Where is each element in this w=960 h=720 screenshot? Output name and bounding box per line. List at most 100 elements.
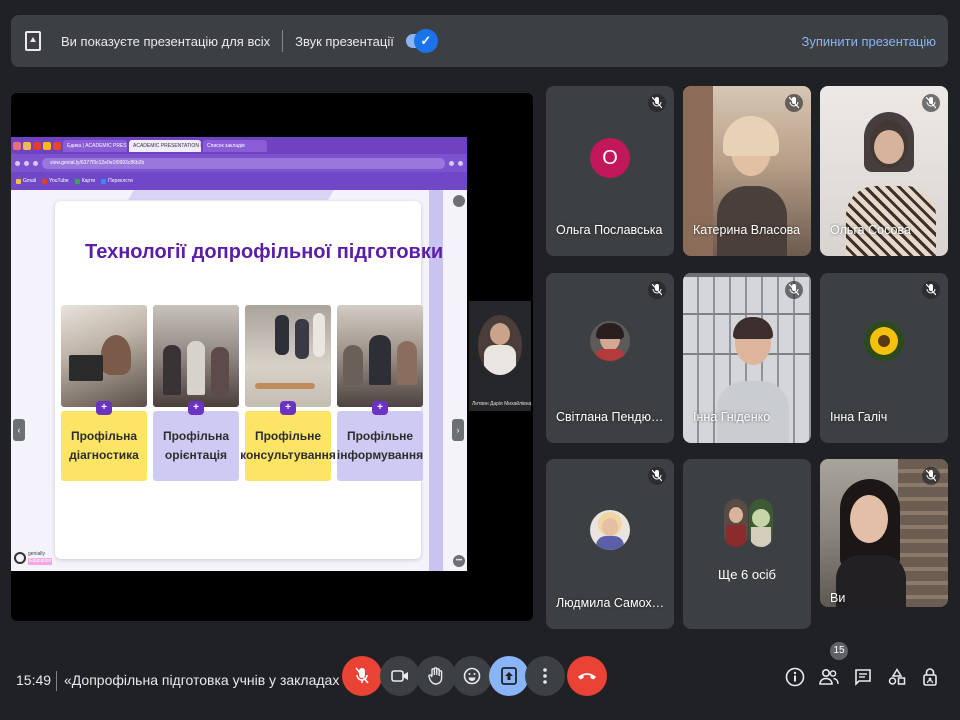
back-icon[interactable]: [15, 160, 20, 166]
meeting-details-button[interactable]: [785, 667, 805, 687]
present-icon: [501, 667, 517, 685]
bookmark-item[interactable]: Gmail: [16, 178, 36, 184]
expand-plus-icon[interactable]: +: [188, 401, 204, 415]
banner-divider: [282, 30, 284, 52]
slide-options-icon[interactable]: [453, 195, 465, 207]
tab-favicon: [33, 141, 41, 150]
presenting-banner: Ви показуєте презентацію для всіх Звук п…: [11, 15, 948, 67]
presenter-video: [478, 315, 522, 375]
presenting-message: Ви показуєте презентацію для всіх: [61, 33, 271, 49]
browser-tab-strip: Едика | ACADEMIC PRESENTATI ACADEMIC PRE…: [11, 137, 467, 154]
profile-icon[interactable]: [458, 160, 463, 166]
more-options-button[interactable]: [525, 656, 565, 696]
browser-tab[interactable]: Едика | ACADEMIC PRESENTATI: [63, 139, 127, 152]
avatar: [590, 510, 630, 550]
reload-icon[interactable]: [33, 160, 38, 166]
participant-name: Ольга Пославська: [556, 223, 663, 237]
topic-card[interactable]: + Профільне інформування: [337, 305, 423, 481]
mic-toggle-button[interactable]: [342, 656, 382, 696]
participant-name: Інна Галіч: [830, 410, 888, 424]
self-tile[interactable]: Ви: [820, 459, 948, 607]
forward-icon[interactable]: [24, 160, 29, 166]
bookmark-item[interactable]: YouTube: [42, 178, 69, 184]
bookmarks-bar: Gmail YouTube Карти Переклсти: [11, 172, 467, 190]
address-bar[interactable]: view.genial.ly/6377f3c12e0e1f0993c86b2b: [42, 157, 445, 169]
more-participants-tile[interactable]: Ще 6 осіб: [683, 459, 811, 629]
slide-decoration: [128, 190, 334, 200]
more-options-icon[interactable]: •••: [453, 555, 465, 567]
mic-off-icon: [355, 667, 369, 684]
bar-divider: [56, 671, 57, 691]
topic-card[interactable]: + Профільна діагностика: [61, 305, 147, 481]
hand-icon: [428, 667, 443, 685]
slide-title: Технології допрофільної підготовки: [85, 241, 444, 263]
participant-tile[interactable]: Інна Гніденко: [683, 273, 811, 443]
presentation-sound-toggle[interactable]: ✓: [405, 29, 438, 53]
hang-up-icon: [578, 673, 596, 680]
tab-favicon: [23, 141, 31, 150]
info-icon: [785, 667, 805, 687]
activities-button[interactable]: [887, 667, 907, 687]
slide-prev-button[interactable]: ‹: [13, 419, 25, 441]
participant-name: Людмила Самохвал...: [556, 596, 668, 610]
bookmark-item[interactable]: Переклсти: [101, 178, 133, 184]
avatar: О: [590, 138, 630, 178]
participant-tile[interactable]: Інна Галіч: [820, 273, 948, 443]
tab-favicon: [43, 141, 51, 150]
expand-plus-icon[interactable]: +: [96, 401, 112, 415]
emoji-icon: [463, 667, 481, 685]
mic-off-icon: [922, 467, 940, 485]
camera-toggle-button[interactable]: [380, 656, 420, 696]
participant-name: Інна Гніденко: [693, 410, 771, 424]
browser-tab-active[interactable]: ACADEMIC PRESENTATION B: [129, 139, 201, 152]
topic-card[interactable]: + Профільна орієнтація: [153, 305, 239, 481]
participant-name: Ви: [830, 591, 846, 605]
mic-off-icon: [648, 94, 666, 112]
sunflower-avatar: [864, 321, 904, 361]
raise-hand-button[interactable]: [416, 656, 456, 696]
people-count-badge: 15: [830, 642, 848, 660]
bookmark-label: YouTube: [49, 178, 69, 184]
bookmark-item[interactable]: Карти: [74, 178, 95, 184]
mic-off-icon: [785, 94, 803, 112]
presentation-stage: Едика | ACADEMIC PRESENTATI ACADEMIC PRE…: [11, 93, 533, 621]
call-controls-bar: 15:49 «Допрофільна підготовка учнів у за…: [0, 642, 960, 720]
participant-tile[interactable]: Катерина Власова: [683, 86, 811, 256]
logo-subtext: Education: [28, 558, 53, 565]
slide-next-button[interactable]: ›: [452, 419, 464, 441]
browser-toolbar: view.genial.ly/6377f3c12e0e1f0993c86b2b: [11, 154, 467, 172]
genially-logo: genially Education: [14, 551, 53, 565]
expand-plus-icon[interactable]: +: [280, 401, 296, 415]
participant-tile[interactable]: Ольга Сосова: [820, 86, 948, 256]
tab-favicon: [53, 141, 61, 150]
chat-button[interactable]: [853, 667, 873, 687]
slide-card: Технології допрофільної підготовки + Про…: [55, 201, 443, 559]
reactions-button[interactable]: [452, 656, 492, 696]
topic-card-label: Профільне консультування: [240, 411, 336, 481]
clock: 15:49: [16, 672, 52, 688]
mic-off-icon: [922, 281, 940, 299]
bookmark-label: Переклсти: [108, 178, 133, 184]
extension-icon[interactable]: [449, 160, 454, 166]
logo-text: genially: [28, 551, 45, 557]
present-screen-button[interactable]: [489, 656, 529, 696]
leave-call-button[interactable]: [567, 656, 607, 696]
participant-tile[interactable]: О Ольга Пославська: [546, 86, 674, 256]
classroom-photo: [337, 305, 423, 407]
participant-tile[interactable]: Світлана Пендюх Л...: [546, 273, 674, 443]
people-icon: [819, 668, 839, 685]
chat-icon: [855, 669, 871, 686]
stop-presenting-button[interactable]: Зупинити презентацію: [802, 34, 936, 49]
browser-tab[interactable]: Список закладів: [203, 139, 267, 152]
mic-off-icon: [785, 281, 803, 299]
host-controls-button[interactable]: [920, 667, 940, 687]
participant-name: Світлана Пендюх Л...: [556, 410, 668, 424]
people-button[interactable]: [819, 667, 839, 687]
meeting-title: «Допрофільна підготовка учнів у закладах…: [64, 672, 355, 688]
presenter-name: Литвин Дарія Михайлівна: [472, 401, 532, 407]
lock-person-icon: [923, 668, 937, 686]
tab-favicon: [13, 141, 21, 150]
expand-plus-icon[interactable]: +: [372, 401, 388, 415]
participant-tile[interactable]: Людмила Самохвал...: [546, 459, 674, 629]
topic-card[interactable]: + Профільне консультування: [240, 305, 336, 481]
